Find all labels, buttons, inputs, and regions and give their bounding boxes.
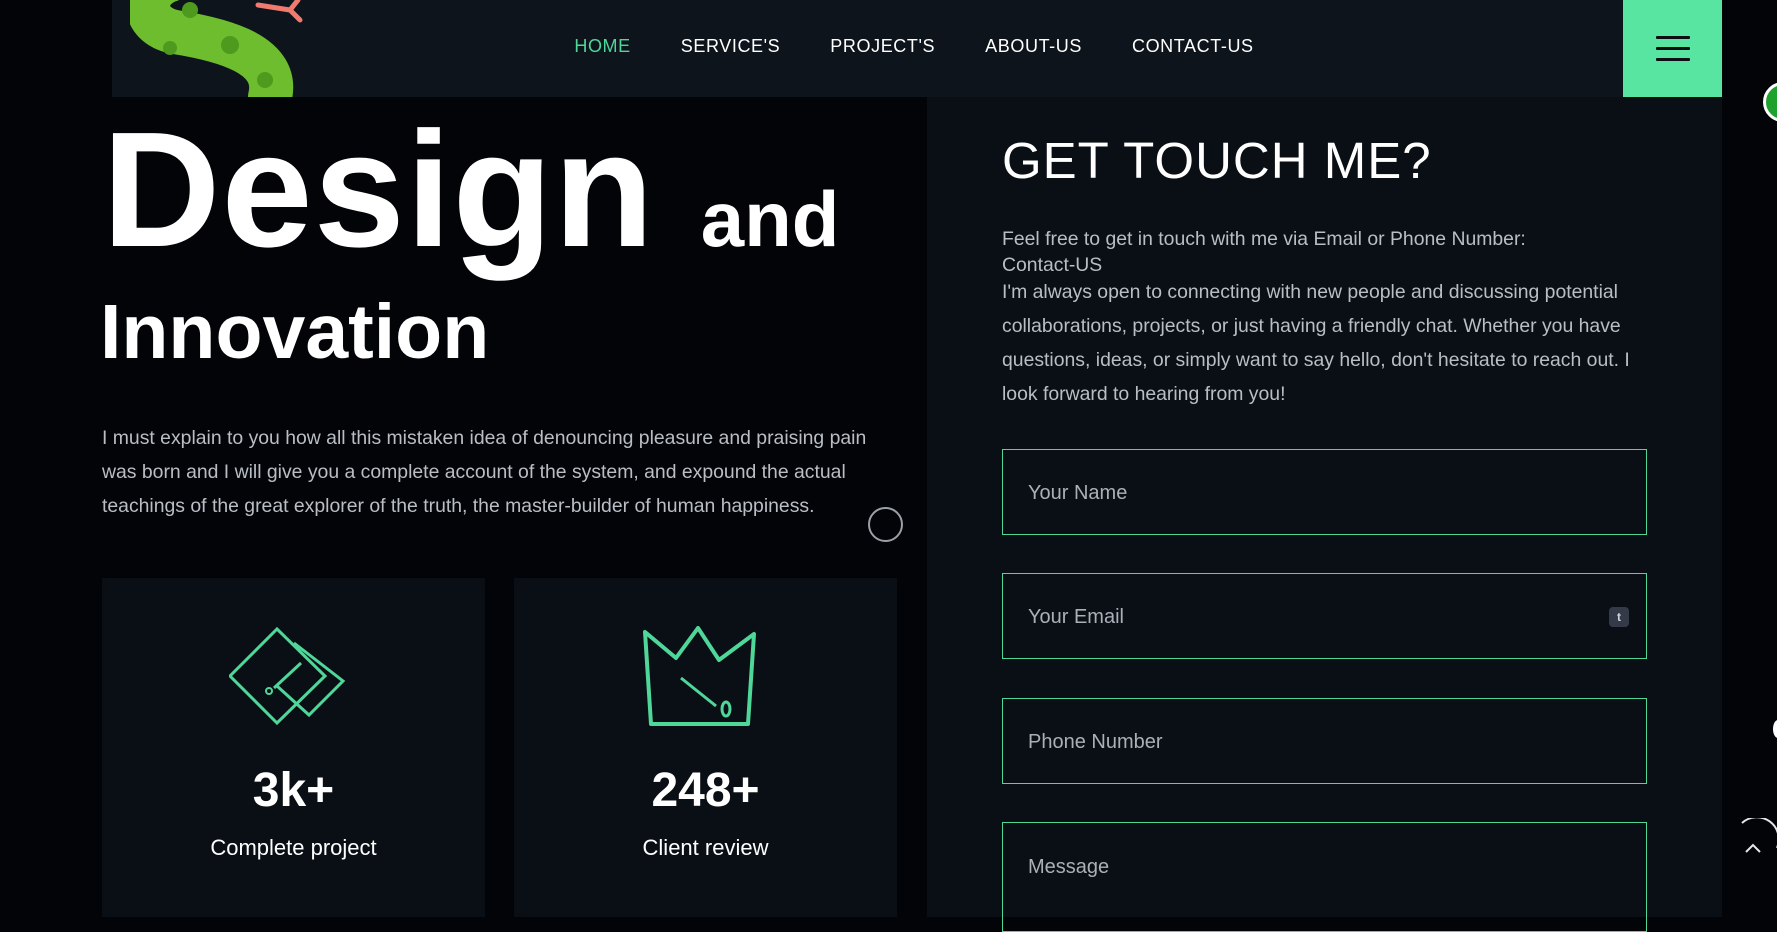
hero-title-and: and	[700, 175, 840, 263]
contact-body-text: I'm always open to connecting with new p…	[1002, 281, 1630, 405]
extension-badge-icon[interactable]: t	[1609, 607, 1629, 627]
floating-dot-icon	[1773, 720, 1777, 738]
message-textarea-placeholder: Message	[1028, 856, 1110, 878]
hero-title-design: Design	[102, 98, 655, 281]
top-nav: HOME SERVICE'S PROJECT'S ABOUT-US CONTAC…	[112, 0, 1722, 97]
nav-link-contact[interactable]: CONTACT-US	[1132, 36, 1254, 57]
name-input-placeholder: Your Name	[1028, 482, 1128, 504]
contact-intro-line1: Feel free to get in touch with me via Em…	[1002, 228, 1526, 250]
stat-value: 3k+	[252, 764, 335, 817]
name-input[interactable]: Your Name	[1002, 449, 1647, 535]
floating-chat-icon[interactable]	[1763, 82, 1777, 122]
stat-value: 248+	[651, 764, 760, 817]
hero-title-innovation: Innovation	[100, 289, 490, 375]
stat-label: Client review	[642, 835, 769, 860]
hero-title: Design and	[102, 108, 839, 272]
stat-card-projects: 3k+ Complete project	[102, 578, 485, 917]
contact-intro-line2: Contact-US	[1002, 254, 1103, 276]
nav-links: HOME SERVICE'S PROJECT'S ABOUT-US CONTAC…	[112, 0, 1722, 92]
hero-intro-text: I must explain to you how all this mista…	[102, 427, 867, 517]
hamburger-menu-button[interactable]	[1623, 0, 1722, 97]
phone-input[interactable]: Phone Number	[1002, 698, 1647, 784]
crown-icon	[642, 626, 756, 726]
nav-link-about[interactable]: ABOUT-US	[985, 36, 1082, 57]
email-input-placeholder: Your Email	[1028, 606, 1124, 628]
stat-label: Complete project	[210, 835, 377, 860]
hamburger-icon-bar	[1655, 58, 1690, 61]
stat-card-reviews: 248+ Client review	[514, 578, 897, 917]
nav-link-projects[interactable]: PROJECT'S	[830, 36, 935, 57]
hamburger-icon-bar	[1655, 47, 1690, 50]
email-input[interactable]: Your Email t	[1002, 573, 1647, 659]
hamburger-icon-bar	[1655, 36, 1690, 39]
phone-input-placeholder: Phone Number	[1028, 731, 1163, 753]
contact-intro: Feel free to get in touch with me via Em…	[1002, 226, 1682, 278]
cursor-ring-icon	[868, 507, 903, 542]
contact-title: GET TOUCH ME?	[1002, 132, 1432, 189]
message-textarea[interactable]: Message	[1002, 822, 1647, 932]
nav-link-services[interactable]: SERVICE'S	[681, 36, 781, 57]
nav-link-home[interactable]: HOME	[574, 36, 630, 57]
diamond-icon	[228, 626, 345, 726]
scroll-to-top-icon[interactable]	[1728, 818, 1777, 868]
